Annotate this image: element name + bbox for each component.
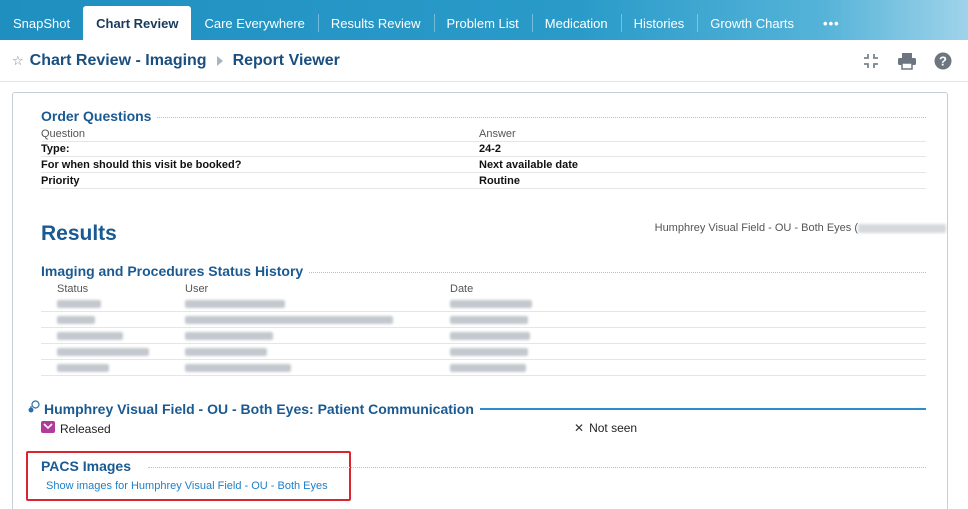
tab-care-everywhere[interactable]: Care Everywhere [191,8,317,38]
pacs-images-heading: PACS Images [41,458,131,474]
favorite-star-icon[interactable]: ☆ [12,53,24,69]
results-exam-label: Humphrey Visual Field - OU - Both Eyes ( [655,222,946,234]
page-subtitle: Report Viewer [232,51,340,69]
question-cell: Priority [41,175,80,187]
column-header-answer: Answer [479,128,516,140]
not-seen-label: Not seen [589,421,638,435]
released-label: Released [60,421,111,436]
column-header-date: Date [450,282,474,295]
tab-problem-list[interactable]: Problem List [433,8,532,38]
title-bar: ☆ Chart Review - Imaging Report Viewer ? [0,40,968,82]
activity-tab-bar: SnapShot Chart Review Care Everywhere Re… [0,0,968,40]
question-cell: Type: [41,143,70,155]
order-questions-title: Order Questions [41,108,152,124]
not-seen-status: ✕ Not seen [574,421,637,435]
table-row [41,344,926,360]
column-header-status: Status [57,282,89,295]
print-icon[interactable] [896,50,918,72]
pacs-divider [148,467,926,468]
table-row: Priority Routine [41,174,926,189]
tab-snapshot[interactable]: SnapShot [0,8,83,38]
page-title: Chart Review - Imaging [29,51,207,69]
results-heading: Results [41,222,117,245]
communication-icon [26,400,40,417]
status-history-title: Imaging and Procedures Status History [41,263,304,279]
svg-text:?: ? [939,54,947,69]
question-cell: For when should this visit be booked? [41,159,242,171]
patient-communication-heading: Humphrey Visual Field - OU - Both Eyes: … [26,400,926,417]
help-icon[interactable]: ? [932,50,954,72]
collapse-icon[interactable] [860,50,882,72]
order-questions-heading: Order Questions [41,108,926,124]
mychart-released-icon [41,421,55,436]
redacted-text [858,223,946,233]
tab-medication[interactable]: Medication [531,8,621,38]
table-row [41,360,926,376]
answer-cell: Routine [479,175,520,187]
answer-cell: Next available date [479,159,579,171]
table-header: Question Answer [41,127,926,142]
table-row [41,312,926,328]
tab-results-review[interactable]: Results Review [317,8,434,38]
tab-chart-review[interactable]: Chart Review [83,6,192,40]
status-history-heading: Imaging and Procedures Status History [41,263,926,279]
exam-name: Humphrey Visual Field - OU - Both Eyes ( [654,222,858,234]
tab-growth-charts[interactable]: Growth Charts [697,8,807,38]
table-row [41,328,926,344]
answer-cell: 24-2 [479,143,502,155]
table-row [41,296,926,312]
table-row: For when should this visit be booked? Ne… [41,158,926,173]
column-header-user: User [185,282,209,295]
communication-title: Humphrey Visual Field - OU - Both Eyes: … [44,400,474,417]
table-row: Type: 24-2 [41,142,926,157]
show-pacs-images-link[interactable]: Show images for Humphrey Visual Field - … [46,480,328,492]
tab-histories[interactable]: Histories [620,8,698,38]
more-tabs-button[interactable]: ••• [807,8,856,38]
column-header-question: Question [41,128,86,140]
not-seen-icon: ✕ [574,421,585,435]
released-status: Released [41,421,111,436]
breadcrumb-separator-icon [216,55,223,66]
table-header: Status User Date [41,281,926,296]
